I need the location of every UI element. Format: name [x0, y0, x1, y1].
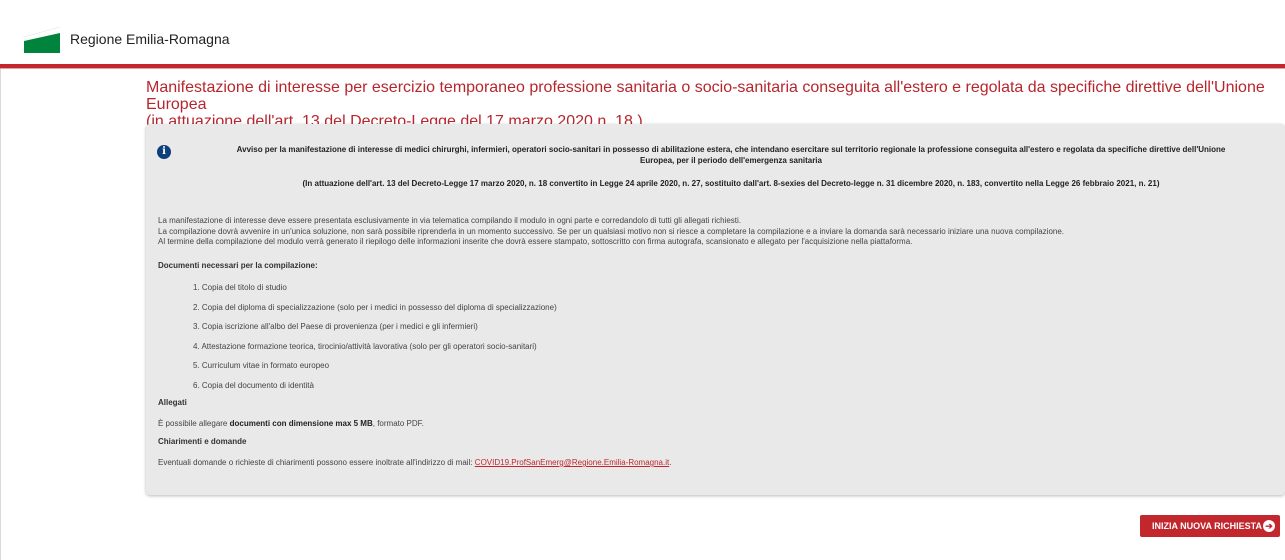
- info-icon: i: [157, 145, 171, 159]
- instruction-paragraph: Al termine della compilazione del modulo…: [158, 237, 913, 246]
- regione-logo[interactable]: [24, 23, 60, 53]
- info-panel: i Avviso per la manifestazione di intere…: [146, 124, 1285, 495]
- page-title: Manifestazione di interesse per esercizi…: [146, 79, 1281, 130]
- arrow-right-circle-icon: ➔: [1263, 520, 1275, 532]
- attachments-text-post: , formato PDF.: [372, 419, 424, 428]
- attachments-limit: documenti con dimensione max 5 MB: [229, 419, 373, 428]
- header-accent-bar: [0, 64, 1285, 69]
- notice-line2: Europea, per il periodo dell'emergenza s…: [640, 156, 822, 165]
- document-item: 2. Copia del diploma di specializzazione…: [193, 302, 557, 312]
- brand-name[interactable]: Regione Emilia-Romagna: [70, 31, 230, 47]
- attachments-heading: Allegati: [158, 398, 187, 407]
- instructions: La manifestazione di interesse deve esse…: [158, 216, 1268, 248]
- questions-text-pre: Eventuali domande o richieste di chiarim…: [158, 458, 475, 467]
- attachments-text: È possibile allegare documenti con dimen…: [158, 419, 424, 428]
- questions-heading: Chiarimenti e domande: [158, 437, 247, 446]
- page-title-line1: Manifestazione di interesse per esercizi…: [146, 79, 1265, 113]
- questions-text: Eventuali domande o richieste di chiarim…: [158, 458, 671, 467]
- left-border: [0, 0, 1, 560]
- notice-legal-reference: (In attuazione dell'art. 13 del Decreto-…: [302, 179, 1160, 188]
- new-request-button[interactable]: INIZIA NUOVA RICHIESTA ➔: [1140, 515, 1280, 537]
- documents-heading: Documenti necessari per la compilazione:: [158, 261, 318, 270]
- questions-text-post: .: [669, 458, 672, 467]
- site-header: Regione Emilia-Romagna: [0, 0, 1285, 66]
- document-item: 1. Copia del titolo di studio: [193, 283, 287, 292]
- document-item: 6. Copia del documento di identità: [193, 380, 314, 390]
- instruction-paragraph: La compilazione dovrà avvenire in un'uni…: [158, 226, 1065, 236]
- document-item: 3. Copia iscrizione all'albo del Paese d…: [193, 322, 478, 331]
- notice-heading: Avviso per la manifestazione di interess…: [186, 144, 1276, 166]
- new-request-label: INIZIA NUOVA RICHIESTA: [1152, 521, 1262, 531]
- attachments-text-pre: È possibile allegare: [158, 419, 230, 428]
- documents-list: 1. Copia del titolo di studio 2. Copia d…: [193, 283, 557, 400]
- contact-email-link[interactable]: COVID19.ProfSanEmerg@Regione.Emilia-Roma…: [475, 458, 669, 467]
- notice-line1: Avviso per la manifestazione di interess…: [236, 145, 1226, 154]
- instruction-paragraph: La manifestazione di interesse deve esse…: [158, 216, 741, 225]
- document-item: 4. Attestazione formazione teorica, tiro…: [193, 341, 537, 351]
- document-item: 5. Curriculum vitae in formato europeo: [193, 361, 330, 370]
